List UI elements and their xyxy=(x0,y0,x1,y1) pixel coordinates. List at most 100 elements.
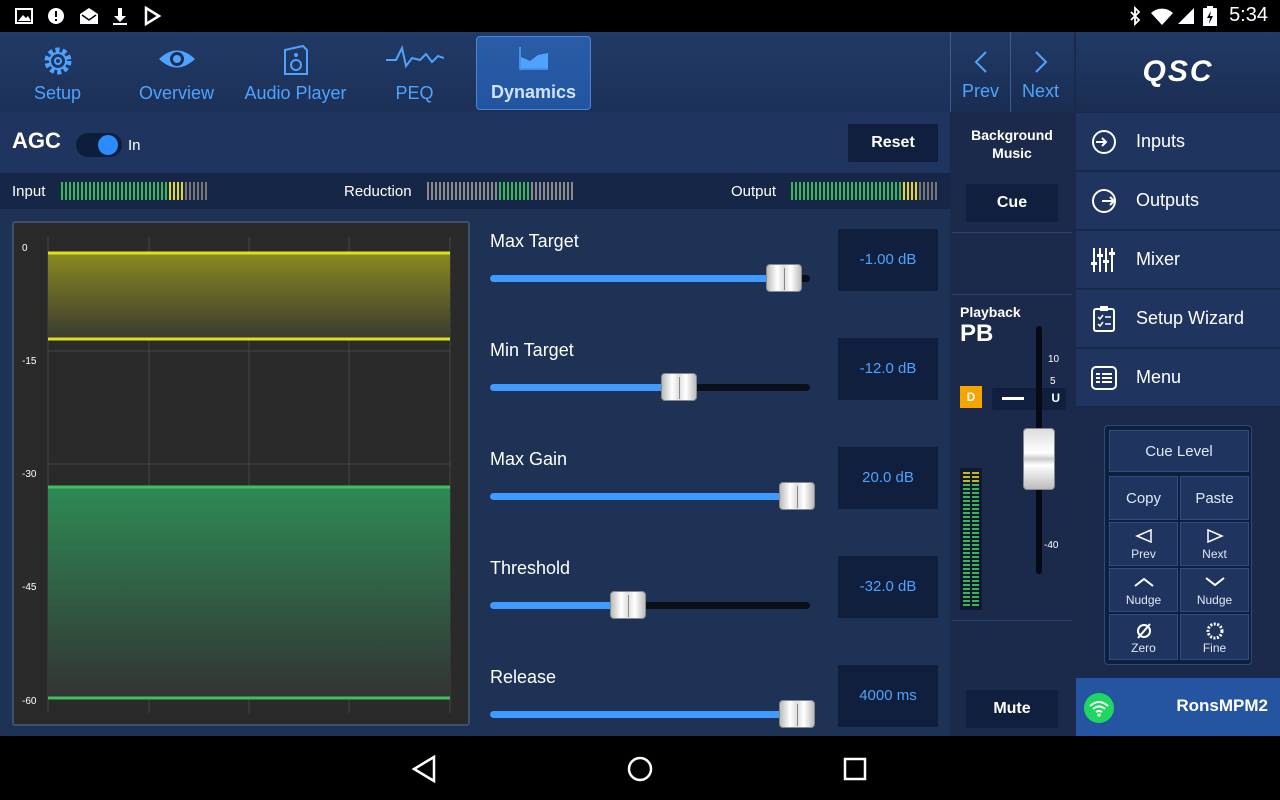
fine-dial-icon xyxy=(1206,622,1223,640)
input-icon xyxy=(1092,130,1116,154)
reduction-meter-label: Reduction xyxy=(344,183,412,200)
slider-value[interactable]: -12.0 dB xyxy=(838,338,938,400)
nav-mixer[interactable]: Mixer xyxy=(1076,231,1280,289)
input-meter-label: Input xyxy=(12,183,46,200)
alert-icon xyxy=(48,8,64,24)
slider-value[interactable]: 4000 ms xyxy=(838,665,938,727)
slider-track[interactable] xyxy=(490,373,810,401)
image-notification-icon xyxy=(15,8,33,24)
nudge-up-label: Nudge xyxy=(1125,593,1162,607)
slider-track[interactable] xyxy=(490,591,810,619)
menu-icon xyxy=(1091,366,1117,390)
nudge-up-button[interactable]: Nudge xyxy=(1109,568,1178,612)
battery-icon xyxy=(1203,6,1217,26)
fader-thumb[interactable] xyxy=(1023,428,1055,490)
graph-y-label: -15 xyxy=(22,356,37,367)
back-icon[interactable] xyxy=(410,754,440,784)
slider-label: Max Target xyxy=(490,231,579,251)
chevron-down-icon xyxy=(1204,577,1225,587)
toggle-knob xyxy=(98,135,118,155)
source-name: PB xyxy=(960,320,994,347)
fine-label: Fine xyxy=(1202,641,1227,655)
slider-value[interactable]: -1.00 dB xyxy=(838,229,938,291)
cue-level-button[interactable]: Cue Level xyxy=(1109,430,1249,472)
slider-label: Release xyxy=(490,667,557,687)
tab-setup[interactable]: Setup xyxy=(0,36,115,110)
tab-label: PEQ xyxy=(395,83,434,103)
nudge-down-button[interactable]: Nudge xyxy=(1180,568,1249,612)
system-nav-bar xyxy=(0,736,1280,800)
signal-icon xyxy=(1178,8,1194,24)
slider-track[interactable] xyxy=(490,264,810,292)
nav-setup-wizard[interactable]: Setup Wizard xyxy=(1076,290,1280,348)
slider-thumb[interactable] xyxy=(779,700,816,728)
tab-overview[interactable]: Overview xyxy=(119,36,234,110)
agc-in-toggle[interactable] xyxy=(76,133,122,157)
target-band xyxy=(48,253,450,339)
slider-thumb[interactable] xyxy=(766,264,803,292)
cue-prev-button[interactable]: Prev xyxy=(1109,522,1178,566)
cue-prev-label: Prev xyxy=(1131,547,1156,561)
level-meter xyxy=(960,468,982,610)
prev-button[interactable]: Prev xyxy=(950,32,1010,112)
graph-y-label: -30 xyxy=(22,469,37,480)
right-nav: QSC Inputs Outputs Mixer Setup Wizard Me… xyxy=(1076,32,1280,736)
gear-icon xyxy=(44,47,71,75)
next-button[interactable]: Next xyxy=(1010,32,1070,112)
channel-strip: Background Music Cue Playback PB D U 10 … xyxy=(952,112,1072,736)
nav-inputs[interactable]: Inputs xyxy=(1076,113,1280,171)
recents-icon[interactable] xyxy=(842,754,868,784)
nav-label: Setup Wizard xyxy=(1136,308,1245,328)
bluetooth-icon xyxy=(1130,6,1141,26)
agc-graph: 0 -15 -30 -45 -60 xyxy=(12,221,470,726)
source-label: Playback xyxy=(960,304,1021,320)
slider-track[interactable] xyxy=(490,700,816,728)
tab-label: Dynamics xyxy=(490,82,577,102)
home-icon[interactable] xyxy=(625,754,655,784)
fader-tick: 10 xyxy=(1048,354,1060,365)
device-bar[interactable]: RonsMPM2 xyxy=(1076,678,1280,736)
tab-peq[interactable]: PEQ xyxy=(357,36,472,110)
clipboard-icon xyxy=(1093,306,1115,332)
device-name: RonsMPM2 xyxy=(1176,696,1268,715)
eq-curve-icon xyxy=(385,45,444,69)
zero-button[interactable]: Zero xyxy=(1109,614,1178,660)
cue-button[interactable]: Cue xyxy=(966,184,1058,222)
output-meter xyxy=(791,182,937,200)
reduction-meter xyxy=(427,182,573,200)
slider-label: Max Gain xyxy=(490,449,568,469)
slider-thumb[interactable] xyxy=(660,373,697,401)
nudge-down-label: Nudge xyxy=(1196,593,1233,607)
slider-value[interactable]: 20.0 dB xyxy=(838,447,938,509)
zone-name: Background Music xyxy=(971,127,1053,161)
triangle-right-icon xyxy=(1206,529,1224,543)
paste-button[interactable]: Paste xyxy=(1180,476,1249,520)
nav-outputs[interactable]: Outputs xyxy=(1076,172,1280,230)
slider-track[interactable] xyxy=(490,482,816,510)
fine-button[interactable]: Fine xyxy=(1180,614,1249,660)
dynamics-icon xyxy=(518,47,548,70)
tab-audio-player[interactable]: Audio Player xyxy=(238,36,353,110)
slider-label: Threshold xyxy=(490,558,571,578)
speaker-icon xyxy=(283,44,308,75)
mute-button[interactable]: Mute xyxy=(966,690,1058,728)
nav-label: Outputs xyxy=(1136,190,1200,210)
agc-header: AGC In Reset xyxy=(0,112,950,173)
cue-next-button[interactable]: Next xyxy=(1180,522,1249,566)
slider-thumb[interactable] xyxy=(609,591,646,619)
tab-label: Audio Player xyxy=(244,83,347,103)
input-meter xyxy=(61,182,207,200)
slider-value[interactable]: -32.0 dB xyxy=(838,556,938,618)
prev-next-bar: Prev Next xyxy=(950,32,1074,112)
fader-tick: -40 xyxy=(1044,540,1059,551)
d-badge[interactable]: D xyxy=(960,386,982,408)
copy-button[interactable]: Copy xyxy=(1109,476,1178,520)
reset-button[interactable]: Reset xyxy=(848,124,938,162)
download-icon xyxy=(113,8,127,25)
nav-menu[interactable]: Menu xyxy=(1076,349,1280,407)
gain-band xyxy=(48,487,450,698)
slider-thumb[interactable] xyxy=(779,482,816,510)
tab-dynamics[interactable]: Dynamics xyxy=(476,36,591,110)
unity-badge[interactable]: U xyxy=(992,388,1066,410)
tab-label: Overview xyxy=(138,83,214,103)
